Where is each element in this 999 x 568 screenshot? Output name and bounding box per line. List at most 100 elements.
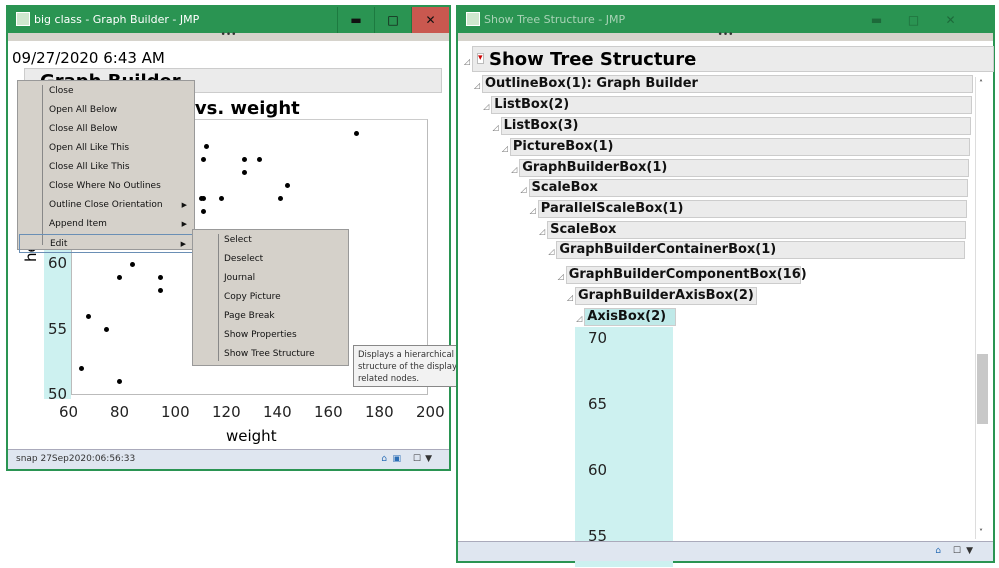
- submenu-item-deselect[interactable]: Deselect: [194, 250, 344, 269]
- menu-item-label: Outline Close Orientation: [49, 200, 163, 210]
- tree-node[interactable]: ListBox(2): [491, 96, 972, 114]
- data-point[interactable]: [218, 196, 224, 201]
- data-point[interactable]: [354, 130, 360, 136]
- tree-heading[interactable]: ▾ Show Tree Structure: [472, 46, 994, 72]
- axis-tick-label: 60: [588, 461, 608, 479]
- tree-node[interactable]: AxisBox(2): [584, 308, 677, 326]
- tree-node[interactable]: ScaleBox: [528, 179, 968, 197]
- scroll-down-icon[interactable]: ˅: [979, 528, 983, 537]
- tree-node[interactable]: ListBox(3): [500, 117, 971, 135]
- submenu-arrow-icon: ▶: [181, 201, 187, 209]
- disclosure-icon[interactable]: ◿: [576, 314, 582, 323]
- menu-item-label: Open All Below: [49, 105, 117, 115]
- window-title: Show Tree Structure - JMP: [484, 13, 626, 26]
- x-tick-label: 60: [59, 403, 79, 421]
- disclosure-icon[interactable]: ◿: [474, 81, 480, 90]
- data-point[interactable]: [201, 156, 207, 162]
- menu-item-open-all-like-this[interactable]: Open All Like This: [19, 139, 193, 158]
- maximize-button[interactable]: □: [895, 7, 932, 33]
- menu-item-label: Journal: [224, 273, 256, 283]
- home-icon[interactable]: ⌂: [935, 542, 941, 561]
- disclosure-icon[interactable]: ◿: [502, 144, 508, 153]
- checkbox-icon[interactable]: ☐: [413, 450, 421, 469]
- menu-item-label: Edit: [50, 239, 68, 249]
- scrollbar-thumb[interactable]: [977, 354, 988, 424]
- edit-submenu: Select Deselect Journal Copy Picture Page Br…: [192, 229, 349, 366]
- menu-item-label: Page Break: [224, 311, 275, 321]
- tree-node[interactable]: GraphBuilderBox(1): [519, 159, 969, 177]
- close-button[interactable]: ✕: [932, 7, 969, 33]
- menu-item-close-all-below[interactable]: Close All Below: [19, 120, 193, 139]
- menu-item-edit[interactable]: Edit ▶: [19, 234, 193, 253]
- close-button[interactable]: ✕: [411, 7, 449, 33]
- submenu-item-show-properties[interactable]: Show Properties: [194, 326, 344, 345]
- data-point[interactable]: [241, 156, 247, 162]
- submenu-item-show-tree-structure[interactable]: Show Tree Structure: [194, 345, 344, 364]
- window-list-icon[interactable]: ▣: [392, 450, 401, 469]
- data-point[interactable]: [129, 261, 135, 267]
- submenu-item-copy-picture[interactable]: Copy Picture: [194, 288, 344, 307]
- scroll-up-icon[interactable]: ˄: [979, 79, 983, 88]
- toolbar-grip[interactable]: •••: [8, 31, 449, 41]
- menu-item-label: Show Properties: [224, 330, 297, 340]
- disclosure-icon[interactable]: ◿: [521, 185, 527, 194]
- tree-node[interactable]: ParallelScaleBox(1): [537, 200, 967, 218]
- menu-item-label: Show Tree Structure: [224, 349, 315, 359]
- submenu-arrow-icon: ▶: [180, 240, 186, 248]
- menu-item-label: Close: [49, 86, 74, 96]
- x-tick-label: 140: [263, 403, 292, 421]
- disclosure-icon[interactable]: ◿: [530, 206, 536, 215]
- menu-item-append-item[interactable]: Append Item ▶: [19, 215, 193, 234]
- minimize-button[interactable]: ▬: [337, 7, 374, 33]
- disclosure-icon[interactable]: ◿: [558, 272, 564, 281]
- disclosure-icon[interactable]: ◿: [539, 227, 545, 236]
- vertical-scrollbar[interactable]: ˄ ˅: [975, 77, 989, 539]
- menu-item-close[interactable]: Close: [19, 82, 193, 101]
- red-triangle-menu-icon[interactable]: ▾: [477, 53, 484, 64]
- disclosure-icon[interactable]: ◿: [483, 102, 489, 111]
- menu-item-label: Select: [224, 235, 252, 245]
- x-tick-label: 80: [110, 403, 130, 421]
- disclosure-icon[interactable]: ◿: [511, 165, 517, 174]
- jmp-app-icon: [466, 12, 480, 26]
- tree-node[interactable]: PictureBox(1): [509, 138, 970, 156]
- data-point[interactable]: [277, 196, 283, 201]
- data-point[interactable]: [116, 274, 122, 280]
- disclosure-icon[interactable]: ◿: [567, 293, 573, 302]
- tree-node[interactable]: ScaleBox: [547, 221, 966, 239]
- data-point[interactable]: [257, 156, 263, 162]
- x-tick-label: 120: [212, 403, 241, 421]
- data-point[interactable]: [203, 143, 209, 149]
- tree-node[interactable]: OutlineBox(1): Graph Builder: [482, 75, 973, 93]
- disclosure-icon[interactable]: ◿: [548, 247, 554, 256]
- axis-tick-label: 65: [588, 395, 608, 413]
- menu-item-close-all-like-this[interactable]: Close All Like This: [19, 158, 193, 177]
- minimize-button[interactable]: ▬: [858, 7, 895, 33]
- submenu-item-page-break[interactable]: Page Break: [194, 307, 344, 326]
- submenu-item-select[interactable]: Select: [194, 231, 344, 250]
- data-point[interactable]: [157, 287, 163, 293]
- disclosure-icon[interactable]: ◿: [493, 123, 499, 132]
- menu-item-outline-close-orientation[interactable]: Outline Close Orientation ▶: [19, 196, 193, 215]
- submenu-item-journal[interactable]: Journal: [194, 269, 344, 288]
- dropdown-icon[interactable]: ▼: [966, 542, 973, 561]
- data-point[interactable]: [241, 169, 247, 175]
- menu-item-label: Open All Like This: [49, 143, 130, 153]
- status-bar: ⌂ ☐ ▼: [458, 541, 993, 561]
- tree-node[interactable]: GraphBuilderComponentBox(16): [565, 266, 807, 284]
- toolbar-grip[interactable]: •••: [458, 31, 993, 41]
- tree-node[interactable]: GraphBuilderAxisBox(2): [575, 287, 757, 305]
- dropdown-icon[interactable]: ▼: [425, 450, 432, 469]
- tree-node[interactable]: GraphBuilderContainerBox(1): [556, 241, 965, 259]
- disclosure-icon[interactable]: ◿: [464, 57, 470, 66]
- data-point[interactable]: [157, 274, 163, 280]
- menu-item-open-all-below[interactable]: Open All Below: [19, 101, 193, 120]
- x-tick-label: 100: [161, 403, 190, 421]
- maximize-button[interactable]: □: [374, 7, 411, 33]
- context-menu: Close Open All Below Close All Below Open A…: [17, 80, 195, 253]
- status-bar: snap 27Sep2020:06:56:33 ⌂ ▣ ☐ ▼: [8, 449, 449, 469]
- home-icon[interactable]: ⌂: [381, 450, 387, 469]
- menu-item-close-where-no-outlines[interactable]: Close Where No Outlines: [19, 177, 193, 196]
- jmp-app-icon: [16, 12, 30, 26]
- checkbox-icon[interactable]: ☐: [953, 542, 961, 561]
